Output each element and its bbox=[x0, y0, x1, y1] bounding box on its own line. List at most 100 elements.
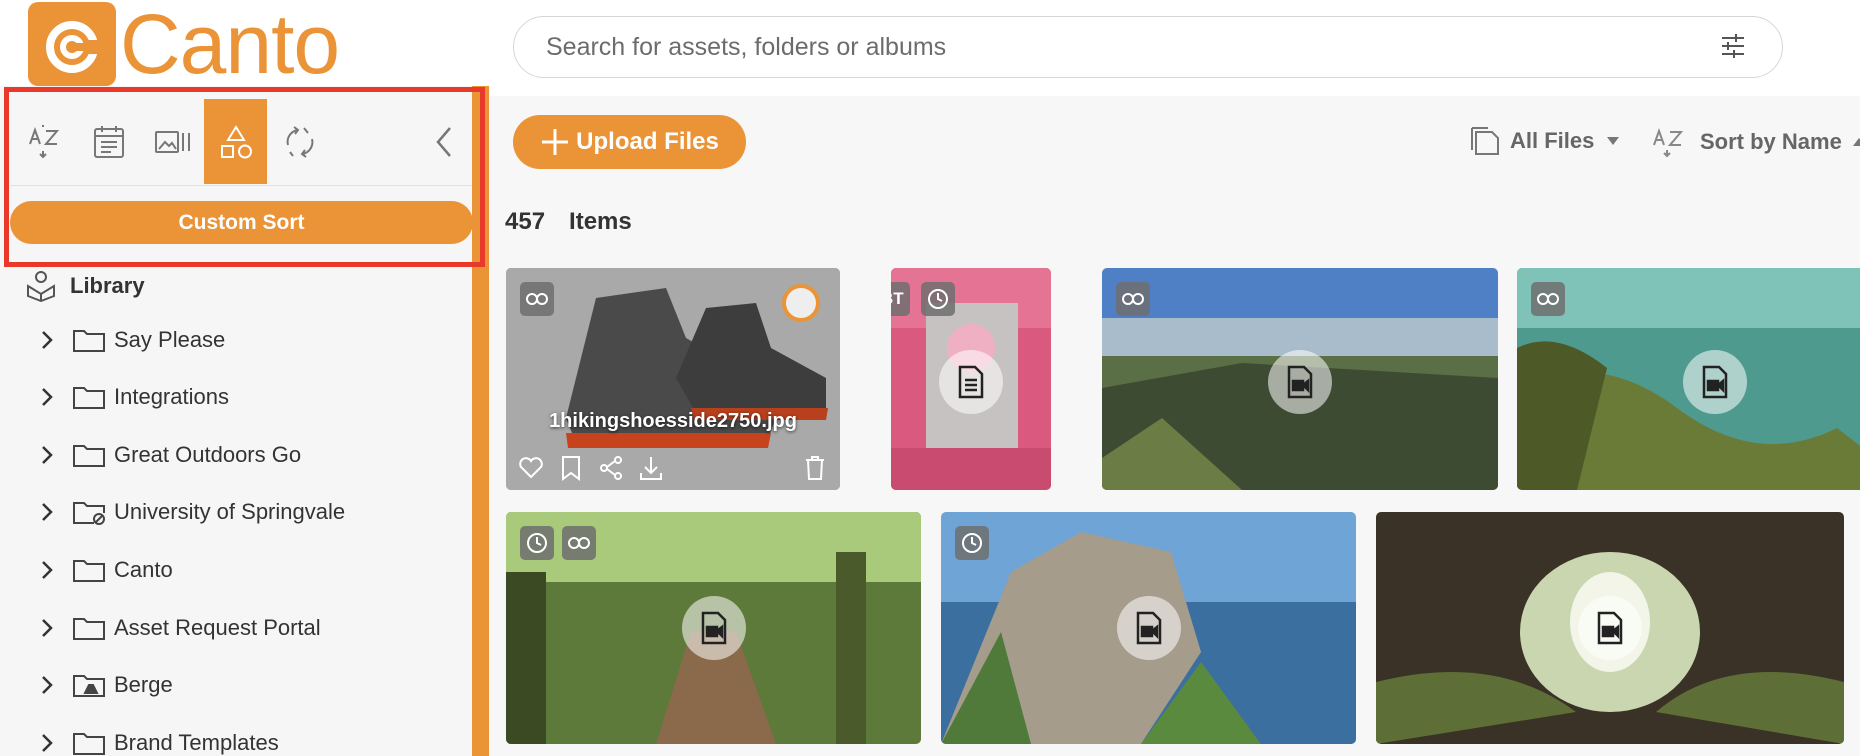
tree-item-label: Integrations bbox=[114, 384, 229, 409]
share-icon[interactable] bbox=[596, 453, 626, 483]
chevron-right-icon[interactable] bbox=[40, 502, 66, 522]
gallery-view-button[interactable] bbox=[141, 99, 204, 184]
tree-item-label: Say Please bbox=[114, 327, 226, 352]
shapes-icon bbox=[220, 124, 252, 158]
drive-folder-icon bbox=[72, 672, 108, 698]
caret-up-icon bbox=[1852, 138, 1860, 146]
video-file-icon bbox=[1117, 596, 1181, 660]
sync-button[interactable] bbox=[268, 99, 331, 184]
item-count-number: 457 bbox=[505, 208, 546, 235]
sort-az-button[interactable] bbox=[13, 99, 76, 184]
canto-logo-icon bbox=[28, 2, 116, 86]
tree-item-say-please[interactable]: Say Please bbox=[40, 320, 460, 360]
item-count: 457 Items bbox=[505, 208, 632, 236]
folder-icon bbox=[72, 384, 108, 410]
tree-item-asset-request-portal[interactable]: Asset Request Portal bbox=[40, 608, 460, 648]
badge-bt: BT bbox=[891, 282, 910, 316]
calendar-view-button[interactable] bbox=[77, 99, 140, 184]
sort-az-icon bbox=[28, 124, 59, 158]
asset-actions bbox=[506, 446, 840, 490]
document-icon bbox=[939, 350, 1003, 414]
tree-item-label: Berge bbox=[114, 672, 173, 697]
tree-item-great-outdoors-go[interactable]: Great Outdoors Go bbox=[40, 435, 460, 475]
tree-item-berge[interactable]: Berge bbox=[40, 665, 460, 705]
sidebar bbox=[0, 86, 490, 756]
chevron-right-icon[interactable] bbox=[40, 330, 66, 350]
clock-icon bbox=[520, 526, 554, 560]
file-type-filter-dropdown[interactable]: All Files bbox=[1468, 126, 1620, 156]
canto-logo[interactable]: Canto bbox=[28, 0, 340, 91]
sort-dropdown[interactable]: Sort by Name bbox=[1652, 126, 1860, 158]
search-filter-icon[interactable] bbox=[1720, 33, 1746, 64]
tree-item-label: Great Outdoors Go bbox=[114, 442, 302, 467]
sidebar-resize-handle[interactable] bbox=[472, 86, 489, 756]
folder-icon bbox=[72, 442, 108, 468]
chevron-right-icon[interactable] bbox=[40, 387, 66, 407]
clock-icon bbox=[955, 526, 989, 560]
asset-tile[interactable] bbox=[1376, 512, 1844, 744]
video-file-icon bbox=[1578, 596, 1642, 660]
link-icon bbox=[1116, 282, 1150, 316]
restricted-folder-icon bbox=[72, 499, 108, 525]
toolbar-divider bbox=[10, 185, 472, 186]
tree-item-label: University of Springvale bbox=[114, 499, 346, 524]
tree-item-brand-templates[interactable]: Brand Templates bbox=[40, 723, 460, 756]
library-heading[interactable]: Library bbox=[26, 270, 145, 302]
video-file-icon bbox=[1683, 350, 1747, 414]
asset-tile[interactable]: 1hikingshoesside2750.jpg bbox=[506, 268, 840, 490]
custom-sort-view-button[interactable] bbox=[204, 99, 267, 184]
tree-item-label: Asset Request Portal bbox=[114, 615, 321, 640]
video-file-icon bbox=[1268, 350, 1332, 414]
select-checkbox[interactable] bbox=[782, 284, 820, 322]
asset-tile[interactable] bbox=[506, 512, 921, 744]
delete-icon[interactable] bbox=[800, 453, 830, 483]
file-type-filter-label: All Files bbox=[1510, 128, 1595, 153]
item-count-label: Items bbox=[569, 208, 632, 235]
search-input[interactable] bbox=[546, 29, 1646, 65]
library-label: Library bbox=[70, 273, 145, 298]
tree-item-university-of-springvale[interactable]: University of Springvale bbox=[40, 492, 460, 532]
sort-label: Sort by Name bbox=[1700, 129, 1842, 154]
chevron-right-icon[interactable] bbox=[40, 445, 66, 465]
clock-icon bbox=[921, 282, 955, 316]
refresh-icon bbox=[286, 125, 313, 158]
download-icon[interactable] bbox=[636, 453, 666, 483]
sidebar-toolbar bbox=[10, 99, 475, 184]
tree-item-label: Canto bbox=[114, 557, 173, 582]
chevron-left-icon bbox=[435, 126, 451, 157]
asset-tile[interactable] bbox=[941, 512, 1356, 744]
plus-icon bbox=[540, 127, 570, 157]
chevron-right-icon[interactable] bbox=[40, 675, 66, 695]
asset-tile[interactable]: BT bbox=[891, 268, 1051, 490]
chevron-right-icon[interactable] bbox=[40, 618, 66, 638]
chevron-right-icon[interactable] bbox=[40, 560, 66, 580]
folder-icon bbox=[72, 730, 108, 756]
folder-icon bbox=[72, 615, 108, 641]
video-file-icon bbox=[682, 596, 746, 660]
folder-icon bbox=[72, 327, 108, 353]
custom-sort-button[interactable]: Custom Sort bbox=[10, 201, 473, 244]
gallery-icon bbox=[154, 130, 190, 153]
caret-down-icon bbox=[1607, 137, 1620, 145]
files-icon bbox=[1471, 127, 1499, 155]
tree-item-integrations[interactable]: Integrations bbox=[40, 377, 460, 417]
asset-tile[interactable] bbox=[1102, 268, 1498, 490]
link-icon bbox=[520, 282, 554, 316]
link-icon bbox=[1531, 282, 1565, 316]
tree-item-canto[interactable]: Canto bbox=[40, 550, 460, 590]
library-icon bbox=[27, 271, 55, 302]
asset-filename: 1hikingshoesside2750.jpg bbox=[549, 410, 797, 432]
sort-az-icon bbox=[1653, 128, 1684, 158]
tree-item-label: Brand Templates bbox=[114, 730, 279, 755]
collapse-sidebar-button[interactable] bbox=[412, 99, 475, 184]
chevron-right-icon[interactable] bbox=[40, 733, 66, 753]
add-to-album-icon[interactable] bbox=[556, 453, 586, 483]
asset-tile[interactable] bbox=[1517, 268, 1860, 490]
calendar-icon bbox=[93, 125, 124, 158]
upload-files-button[interactable]: Upload Files bbox=[513, 115, 746, 169]
search-bar[interactable] bbox=[513, 16, 1783, 78]
folder-icon bbox=[72, 557, 108, 583]
brand-name: Canto bbox=[120, 0, 340, 91]
favorite-icon[interactable] bbox=[516, 453, 546, 483]
link-icon bbox=[562, 526, 596, 560]
